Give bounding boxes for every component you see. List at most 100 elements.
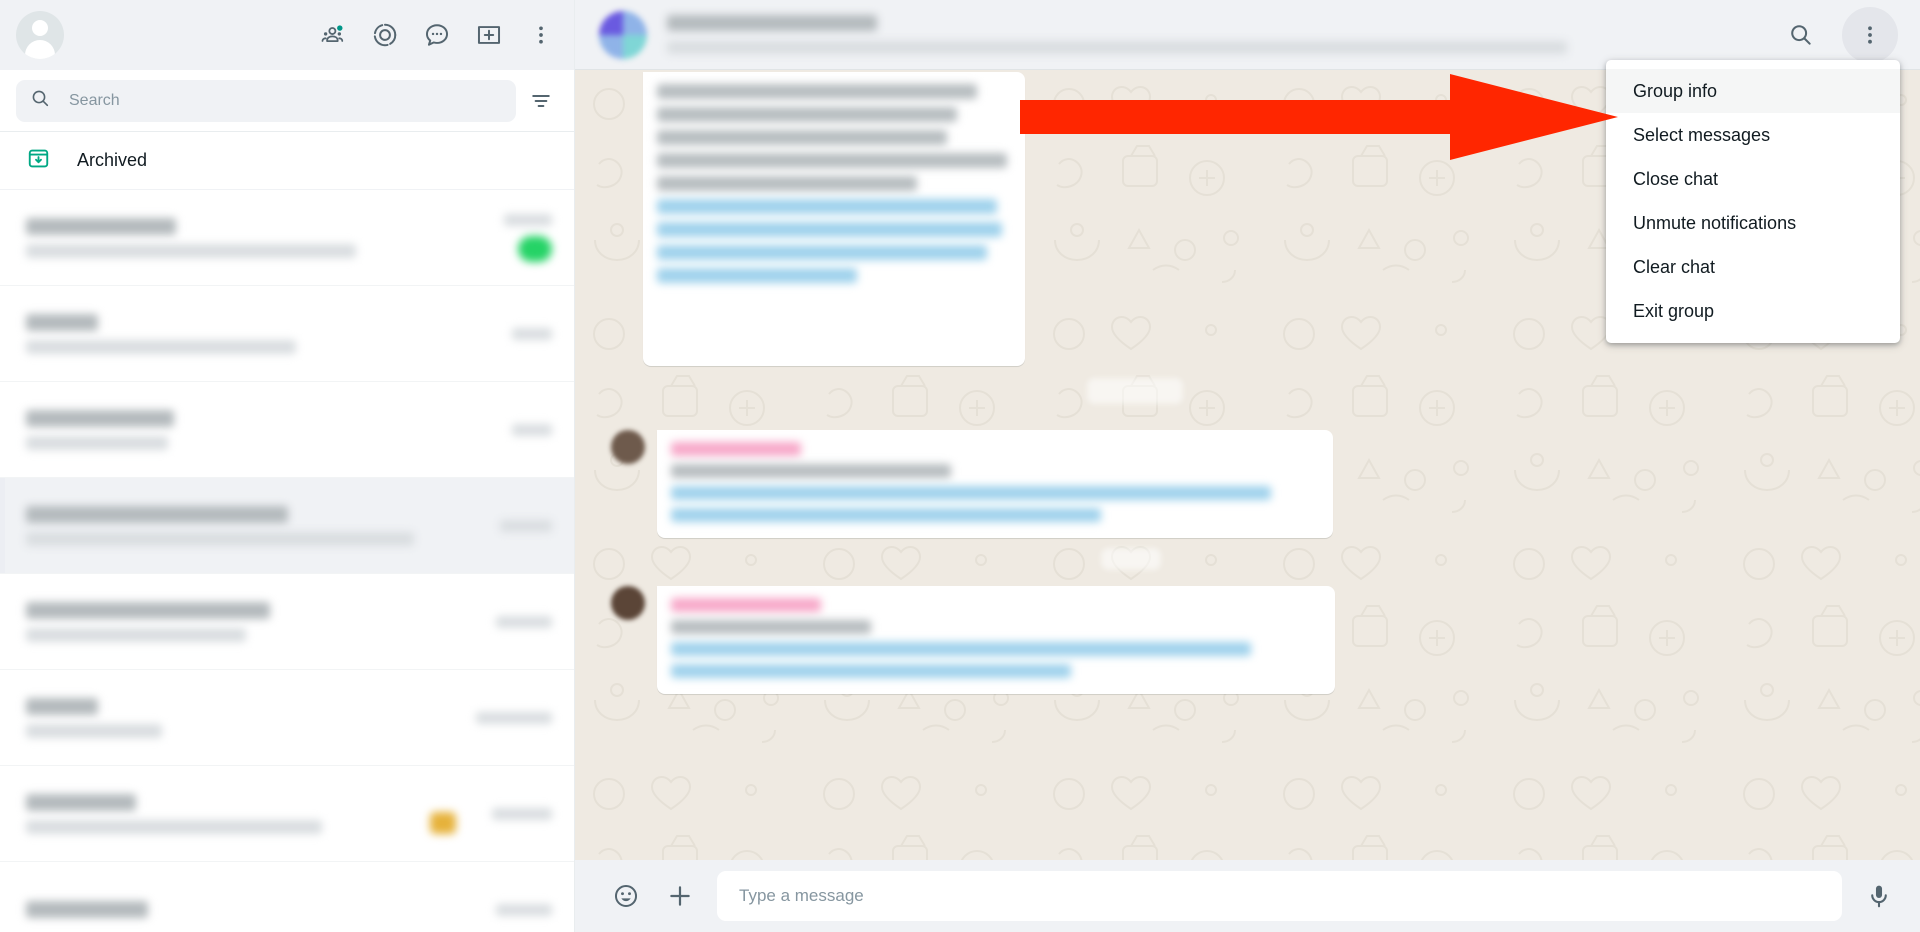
message-bubble-body (657, 430, 1333, 538)
message-sender-avatar[interactable] (611, 586, 645, 620)
chat-list-item-title-redacted (26, 901, 148, 918)
chat-list-item-timestamp-redacted (512, 327, 552, 340)
chat-list-item-preview-redacted (26, 243, 356, 258)
chat-list-item-text (26, 793, 492, 834)
chat-list-item-preview-redacted (26, 723, 162, 738)
chat-options-dropdown[interactable]: Group info Select messages Close chat Unmut… (1606, 60, 1900, 343)
message-text-redacted (671, 598, 821, 612)
pinned-badge (430, 812, 456, 834)
message-text-redacted (657, 268, 857, 283)
message-text-redacted (657, 153, 1007, 168)
message-bubble-1[interactable] (643, 72, 1025, 366)
chat-list-item-6[interactable] (0, 670, 574, 766)
chat-list-item-meta (512, 423, 552, 436)
message-text-redacted (657, 107, 957, 122)
chat-list-item-meta (512, 327, 552, 340)
message-text-redacted (657, 245, 987, 260)
emoji-icon[interactable] (609, 879, 643, 913)
unread-badge (518, 235, 552, 262)
whatsapp-web-window: Archived (0, 0, 1920, 932)
chat-list-item-text (26, 505, 500, 546)
chat-menu-button[interactable] (1842, 6, 1898, 63)
chat-list-item-title-redacted (26, 601, 270, 619)
chat-list-item-text (26, 601, 496, 642)
chat-list-item-3[interactable] (0, 382, 574, 478)
search-icon (30, 88, 51, 114)
message-text-redacted (671, 442, 801, 456)
message-composer (575, 860, 1920, 932)
new-chat-icon[interactable] (474, 20, 504, 50)
message-input[interactable] (739, 871, 1820, 921)
message-timestamp-1 (1087, 378, 1183, 404)
chat-list-item-2[interactable] (0, 286, 574, 382)
chat-list-sidebar: Archived (0, 0, 575, 932)
chat-subtitle-redacted (667, 41, 1567, 54)
message-bubble-2[interactable] (611, 430, 1333, 538)
chat-list-item-7[interactable] (0, 766, 574, 862)
message-text-redacted (671, 486, 1271, 500)
chat-list-item-timestamp-redacted (500, 519, 552, 532)
search-box[interactable] (16, 79, 516, 122)
message-text-redacted (671, 642, 1251, 656)
chat-list-item-meta (496, 903, 552, 916)
message-text-redacted (657, 222, 1002, 237)
chat-avatar[interactable] (599, 10, 647, 59)
archived-row[interactable]: Archived (0, 132, 574, 190)
channels-icon[interactable] (422, 20, 452, 50)
chat-menu-icon (1868, 25, 1872, 44)
chat-list-item-timestamp-redacted (504, 213, 552, 226)
chat-list-item-timestamp-redacted (476, 711, 552, 724)
chat-avatar-tile (599, 34, 623, 59)
message-text-redacted (657, 84, 977, 99)
chat-list-item-1[interactable] (0, 190, 574, 286)
menu-item-unmute-notifications[interactable]: Unmute notifications (1606, 201, 1900, 245)
chat-list-item-meta (476, 711, 552, 724)
status-icon[interactable] (370, 20, 400, 50)
menu-item-select-messages[interactable]: Select messages (1606, 113, 1900, 157)
microphone-icon[interactable] (1862, 879, 1896, 913)
chat-search-icon[interactable] (1786, 20, 1816, 50)
chat-list-item-text (26, 313, 512, 354)
chat-list-item-8[interactable] (0, 862, 574, 932)
search-row (0, 70, 574, 132)
menu-item-clear-chat[interactable]: Clear chat (1606, 245, 1900, 289)
chat-list-item-title-redacted (26, 697, 98, 715)
chat-list[interactable] (0, 190, 574, 932)
chat-list-item-text (26, 697, 476, 738)
filter-icon[interactable] (524, 84, 558, 118)
message-input-box[interactable] (717, 871, 1842, 921)
chat-list-item-4[interactable] (0, 478, 574, 574)
message-sender-avatar[interactable] (611, 430, 645, 464)
message-text-redacted (657, 176, 917, 191)
chat-list-item-preview-redacted (26, 531, 414, 546)
menu-item-group-info[interactable]: Group info (1606, 69, 1900, 113)
chat-header-text[interactable] (667, 15, 1766, 54)
message-text-redacted (657, 130, 947, 145)
message-text-redacted (671, 464, 951, 478)
archive-icon (26, 146, 51, 176)
search-input[interactable] (69, 79, 502, 122)
communities-icon[interactable] (318, 20, 348, 50)
chat-list-item-title-redacted (26, 313, 98, 331)
message-text-redacted (671, 620, 871, 634)
chat-list-item-text (26, 901, 496, 918)
chat-list-item-meta (492, 807, 552, 820)
chat-list-item-meta (500, 519, 552, 532)
sidebar-menu-icon[interactable] (526, 20, 556, 50)
message-bubble-3[interactable] (611, 586, 1335, 694)
menu-item-close-chat[interactable]: Close chat (1606, 157, 1900, 201)
chat-list-item-preview-redacted (26, 339, 296, 354)
message-text-redacted (671, 508, 1101, 522)
profile-avatar[interactable] (16, 11, 64, 59)
chat-list-item-timestamp-redacted (492, 807, 552, 820)
chat-list-item-text (26, 409, 512, 450)
chat-list-item-timestamp-redacted (512, 423, 552, 436)
menu-item-exit-group[interactable]: Exit group (1606, 289, 1900, 333)
chat-avatar-tile (623, 34, 647, 59)
archived-label: Archived (77, 150, 148, 170)
chat-header-icons (1786, 6, 1898, 63)
plus-icon[interactable] (663, 879, 697, 913)
chat-list-item-5[interactable] (0, 574, 574, 670)
message-bubble-body (657, 586, 1335, 694)
chat-list-item-preview-redacted (26, 627, 246, 642)
